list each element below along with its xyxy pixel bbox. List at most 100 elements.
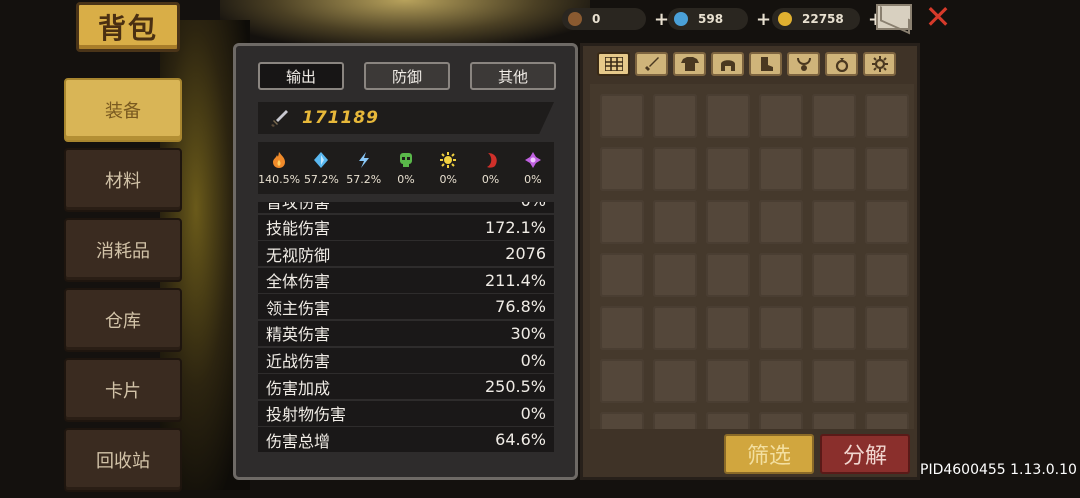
inventory-slot[interactable] xyxy=(812,253,856,297)
tab-other[interactable]: 其他 xyxy=(470,62,556,90)
stat-value: 172.1% xyxy=(484,217,546,237)
add-meat-button[interactable]: + xyxy=(654,9,669,30)
ring-icon xyxy=(835,58,848,72)
stat-value: 64.6% xyxy=(495,430,546,450)
inventory-slot[interactable] xyxy=(865,94,909,138)
category-necklace[interactable] xyxy=(787,52,820,76)
element-chaos: 0% xyxy=(512,151,554,186)
inventory-slot[interactable] xyxy=(653,94,697,138)
currency-gem: 598 + xyxy=(668,6,771,32)
inventory-slot[interactable] xyxy=(653,359,697,403)
stat-row: 技能伤害 172.1% xyxy=(258,214,554,240)
sidebar-tab-recycle[interactable]: 回收站 xyxy=(64,428,182,492)
sidebar-tab-materials[interactable]: 材料 xyxy=(64,148,182,212)
lightning-value: 57.2% xyxy=(346,172,382,186)
gear-icon xyxy=(871,56,888,72)
build-id: PID4600455 1.13.0.10 xyxy=(920,462,1077,478)
category-tabs xyxy=(597,52,896,76)
sidebar-tab-consumables[interactable]: 消耗品 xyxy=(64,218,182,282)
inventory-slot[interactable] xyxy=(600,94,644,138)
inventory-slot[interactable] xyxy=(600,147,644,191)
inventory-slot[interactable] xyxy=(812,200,856,244)
inventory-slot[interactable] xyxy=(653,253,697,297)
tab-defense[interactable]: 防御 xyxy=(364,62,450,90)
stat-label: 伤害加成 xyxy=(266,378,331,398)
inventory-slot[interactable] xyxy=(653,306,697,350)
inventory-slot[interactable] xyxy=(600,253,644,297)
stat-value: 250.5% xyxy=(484,377,546,397)
stat-row: 伤害加成 250.5% xyxy=(258,374,554,400)
background-art-top xyxy=(220,0,590,46)
category-ring[interactable] xyxy=(825,52,858,76)
category-boots[interactable] xyxy=(749,52,782,76)
inventory-slot[interactable] xyxy=(706,412,750,429)
inventory-slot[interactable] xyxy=(600,306,644,350)
inventory-slot[interactable] xyxy=(653,200,697,244)
inventory-slot[interactable] xyxy=(812,94,856,138)
inventory-slot[interactable] xyxy=(865,200,909,244)
inventory-slot[interactable] xyxy=(865,359,909,403)
category-misc[interactable] xyxy=(863,52,896,76)
inventory-slot[interactable] xyxy=(706,306,750,350)
category-weapon[interactable] xyxy=(635,52,668,76)
inventory-slot[interactable] xyxy=(759,147,803,191)
inventory-slot[interactable] xyxy=(759,306,803,350)
inventory-slot[interactable] xyxy=(812,412,856,429)
sidebar-tab-cards[interactable]: 卡片 xyxy=(64,358,182,422)
category-armor[interactable] xyxy=(673,52,706,76)
inventory-slot[interactable] xyxy=(706,200,750,244)
power-bar: 171189 xyxy=(258,102,554,134)
inventory-slot[interactable] xyxy=(865,306,909,350)
sidebar-tab-equipment[interactable]: 装备 xyxy=(64,78,182,142)
inventory-slot[interactable] xyxy=(653,412,697,429)
stat-label: 领主伤害 xyxy=(266,298,331,318)
stat-value: 0% xyxy=(520,403,546,423)
category-helmet[interactable] xyxy=(711,52,744,76)
element-stats: 140.5% 57.2% 57.2% 0% 0% 0% 0% xyxy=(258,142,554,194)
sidebar-tab-warehouse[interactable]: 仓库 xyxy=(64,288,182,352)
mail-icon[interactable] xyxy=(876,4,912,30)
stat-value: 0% xyxy=(520,350,546,370)
inventory-slot[interactable] xyxy=(759,94,803,138)
inventory-slot[interactable] xyxy=(865,147,909,191)
inventory-slot[interactable] xyxy=(865,253,909,297)
element-dark: 0% xyxy=(470,151,512,186)
decompose-button[interactable]: 分解 xyxy=(820,434,910,474)
inventory-slot[interactable] xyxy=(706,253,750,297)
inventory-slot[interactable] xyxy=(812,359,856,403)
inventory-slot[interactable] xyxy=(812,306,856,350)
stat-row: 投射物伤害 0% xyxy=(258,400,554,426)
chaos-icon xyxy=(524,151,541,168)
inventory-slot[interactable] xyxy=(759,200,803,244)
element-fire: 140.5% xyxy=(258,151,300,186)
close-icon[interactable]: ✕ xyxy=(922,1,954,34)
stat-value: 2076 xyxy=(505,244,546,264)
inventory-slot[interactable] xyxy=(600,412,644,429)
inventory-slot[interactable] xyxy=(600,359,644,403)
gem-count: 598 xyxy=(698,12,724,26)
inventory-slot[interactable] xyxy=(812,147,856,191)
stats-list[interactable]: 普攻伤害 0% 技能伤害 172.1% 无视防御 2076 全体伤害 211.4% 领主… xyxy=(258,202,554,464)
tab-output[interactable]: 输出 xyxy=(258,62,344,90)
stat-value: 30% xyxy=(510,323,546,343)
inventory-slot[interactable] xyxy=(600,200,644,244)
stat-row: 全体伤害 211.4% xyxy=(258,267,554,293)
inventory-slot[interactable] xyxy=(706,359,750,403)
inventory-slot[interactable] xyxy=(706,147,750,191)
inventory-slot[interactable] xyxy=(759,253,803,297)
inventory-slot[interactable] xyxy=(759,359,803,403)
inventory-slot[interactable] xyxy=(653,147,697,191)
meat-icon xyxy=(568,12,582,26)
page-title: 背包 xyxy=(76,2,180,52)
currency-meat: 0 + xyxy=(562,6,669,32)
ice-icon xyxy=(314,151,329,168)
inventory-slot[interactable] xyxy=(706,94,750,138)
add-gem-button[interactable]: + xyxy=(756,9,771,30)
inventory-slot[interactable] xyxy=(759,412,803,429)
inventory-slot[interactable] xyxy=(865,412,909,429)
filter-button[interactable]: 筛选 xyxy=(724,434,814,474)
armor-icon xyxy=(680,57,699,71)
stat-value: 0% xyxy=(521,202,546,210)
category-all[interactable] xyxy=(597,52,630,76)
inventory-grid[interactable] xyxy=(590,84,914,429)
